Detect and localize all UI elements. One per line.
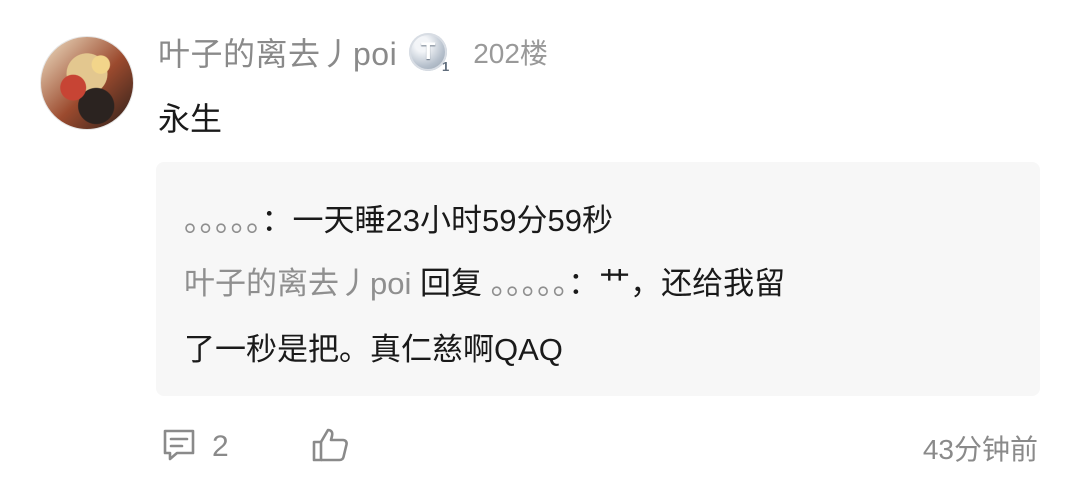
username[interactable]: 叶子的离去丿poi xyxy=(158,29,397,75)
comment-text: 永生 xyxy=(158,101,223,137)
reply-thread[interactable]: 。。。。。：一天睡23小时59分59秒 叶子的离去丿poi 回复 。。。。。：艹… xyxy=(156,162,1040,396)
timestamp: 43分钟前 xyxy=(922,434,1038,465)
reply-text: ：艹，还给我留 xyxy=(568,266,786,301)
like-button[interactable] xyxy=(310,426,350,468)
comment-button[interactable]: 2 xyxy=(160,426,229,468)
comment-count: 2 xyxy=(212,430,229,463)
reply-text-continued: 了一秒是把。真仁慈啊QAQ xyxy=(184,332,563,367)
reply-action-label: 回复 xyxy=(411,266,491,301)
avatar[interactable] xyxy=(40,36,134,130)
floor-number: 202楼 xyxy=(473,38,548,69)
reply-text: 一天睡23小时59分59秒 xyxy=(292,203,613,238)
reply-item: 。。。。。：一天睡23小时59分59秒 xyxy=(184,203,613,238)
reply-user[interactable]: 。。。。。 xyxy=(184,203,262,238)
level-badge-icon: T 1 xyxy=(409,33,449,74)
thumbs-up-icon xyxy=(310,425,350,470)
comment-icon xyxy=(160,426,198,469)
reply-target-user[interactable]: 。。。。。 xyxy=(491,266,569,301)
reply-user[interactable]: 叶子的离去丿poi xyxy=(184,266,411,301)
post-header: 叶子的离去丿poi T 1 202楼 xyxy=(158,28,548,76)
reply-item: 叶子的离去丿poi 回复 。。。。。：艹，还给我留 xyxy=(184,261,785,307)
